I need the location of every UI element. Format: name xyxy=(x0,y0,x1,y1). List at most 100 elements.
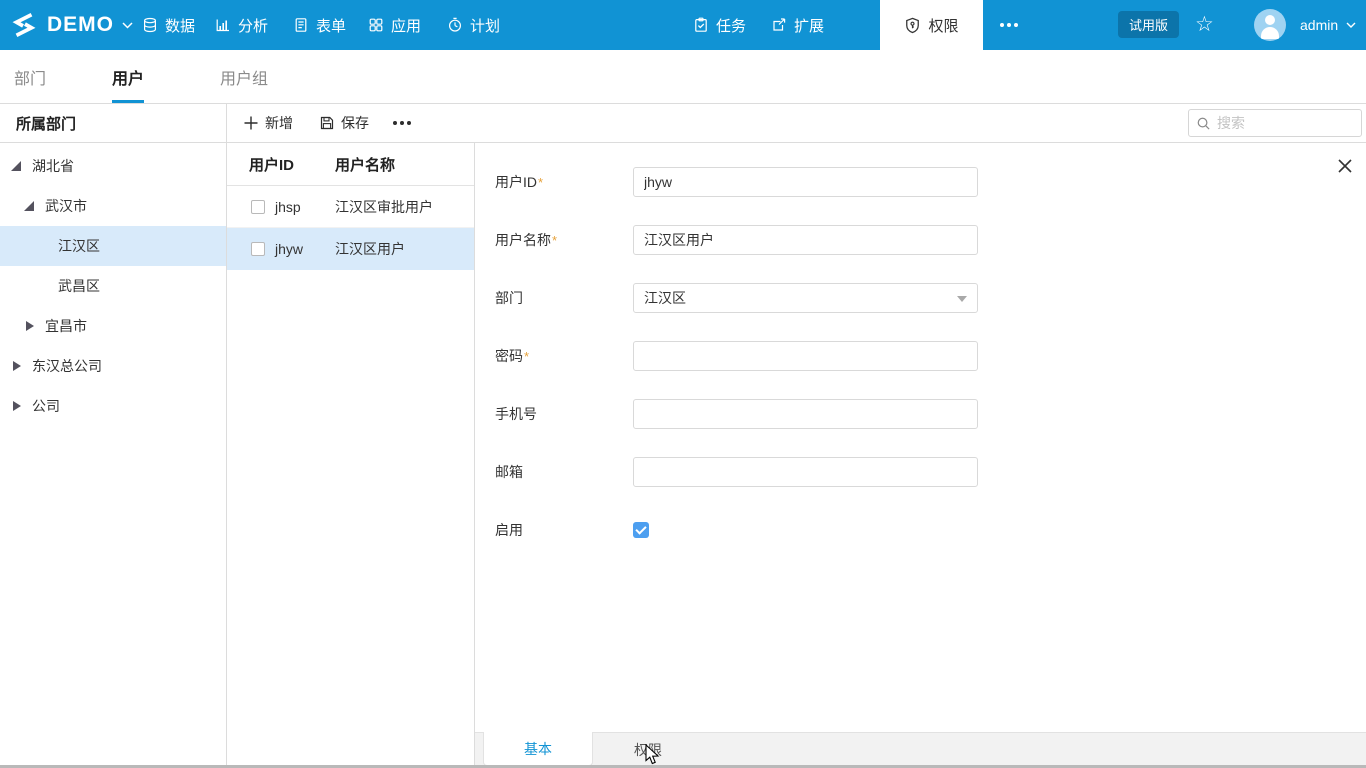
database-icon xyxy=(142,17,158,33)
user-menu[interactable]: admin xyxy=(1300,0,1356,50)
tree-node-label: 武昌区 xyxy=(58,276,100,296)
tree-expanded-icon[interactable] xyxy=(23,200,35,212)
trial-version-badge: 试用版 xyxy=(1118,11,1179,38)
department-select-value: 江汉区 xyxy=(644,288,686,308)
form-row-userid: 用户ID* xyxy=(475,153,1366,211)
sidebar-title: 所属部门 xyxy=(0,104,226,143)
search-input[interactable] xyxy=(1217,115,1354,131)
enabled-checkbox[interactable] xyxy=(633,522,649,538)
username-label: admin xyxy=(1300,17,1338,33)
username-field[interactable] xyxy=(633,225,978,255)
schedule-icon xyxy=(447,17,463,33)
cell-user-id: jhyw xyxy=(275,241,335,257)
add-user-button[interactable]: 新增 xyxy=(243,113,293,133)
tree-node-donghan[interactable]: 东汉总公司 xyxy=(0,346,226,386)
nav-item-tasks[interactable]: 任务 xyxy=(693,0,746,50)
nav-item-data[interactable]: 数据 xyxy=(142,0,195,50)
nav-item-extensions[interactable]: 扩展 xyxy=(771,0,824,50)
chevron-down-icon xyxy=(957,296,967,302)
tree-node-hubei[interactable]: 湖北省 xyxy=(0,146,226,186)
nav-item-apps[interactable]: 应用 xyxy=(368,0,421,50)
tree-node-label: 江汉区 xyxy=(58,236,100,256)
nav-item-label: 任务 xyxy=(716,15,746,36)
field-label: 用户ID xyxy=(495,174,537,190)
toolbar-more-button[interactable] xyxy=(393,121,411,125)
tree-node-label: 湖北省 xyxy=(32,156,74,176)
department-select[interactable]: 江汉区 xyxy=(633,283,978,313)
cell-user-name: 江汉区审批用户 xyxy=(335,197,433,217)
tree-node-label: 东汉总公司 xyxy=(32,356,102,376)
search-icon xyxy=(1196,116,1211,131)
tree-collapsed-icon[interactable] xyxy=(10,360,22,372)
brand-title: DEMO xyxy=(47,13,114,37)
chart-icon xyxy=(215,17,231,33)
tree-node-wuchang[interactable]: 武昌区 xyxy=(0,266,226,306)
userid-field[interactable] xyxy=(633,167,978,197)
tab-users[interactable]: 用户 xyxy=(112,50,144,103)
shield-key-icon xyxy=(904,17,921,34)
tab-permissions[interactable]: 权限 xyxy=(593,733,703,766)
plus-icon xyxy=(243,115,259,131)
tab-basic[interactable]: 基本 xyxy=(483,732,593,766)
table-row[interactable]: jhsp 江汉区审批用户 xyxy=(227,186,474,228)
form-row-email: 邮箱 xyxy=(475,443,1366,501)
tree-node-yichang[interactable]: 宜昌市 xyxy=(0,306,226,346)
field-label: 用户名称 xyxy=(495,232,551,248)
tree-collapsed-icon[interactable] xyxy=(23,320,35,332)
form-row-department: 部门 江汉区 xyxy=(475,269,1366,327)
nav-item-permissions[interactable]: 权限 xyxy=(880,0,983,50)
apps-icon xyxy=(368,17,384,33)
tree-expanded-icon[interactable] xyxy=(10,160,22,172)
row-checkbox[interactable] xyxy=(251,242,265,256)
department-sidebar: 所属部门 湖北省 武汉市 江汉区 武昌区 宜昌市 东汉总公司 公司 xyxy=(0,104,227,765)
nav-item-label: 应用 xyxy=(391,15,421,36)
email-field[interactable] xyxy=(633,457,978,487)
field-label: 部门 xyxy=(495,290,523,306)
save-icon xyxy=(319,115,335,131)
extension-icon xyxy=(771,17,787,33)
save-button[interactable]: 保存 xyxy=(319,113,369,133)
add-button-label: 新增 xyxy=(265,113,293,133)
field-label: 启用 xyxy=(495,522,523,538)
user-avatar[interactable] xyxy=(1254,9,1286,41)
tree-node-wuhan[interactable]: 武汉市 xyxy=(0,186,226,226)
search-box[interactable] xyxy=(1188,109,1362,137)
row-checkbox[interactable] xyxy=(251,200,265,214)
top-navigation-bar: DEMO 数据 分析 表单 应用 xyxy=(0,0,1366,50)
form-row-username: 用户名称* xyxy=(475,211,1366,269)
password-field[interactable] xyxy=(633,341,978,371)
cell-user-name: 江汉区用户 xyxy=(335,239,405,259)
brand-menu[interactable]: DEMO xyxy=(47,0,133,50)
nav-item-analysis[interactable]: 分析 xyxy=(215,0,268,50)
tree-node-company[interactable]: 公司 xyxy=(0,386,226,426)
nav-item-label: 分析 xyxy=(238,15,268,36)
form-row-phone: 手机号 xyxy=(475,385,1366,443)
favorite-star-icon[interactable]: ☆ xyxy=(1195,11,1214,39)
save-button-label: 保存 xyxy=(341,113,369,133)
ellipsis-icon xyxy=(1000,23,1004,27)
nav-item-schedule[interactable]: 计划 xyxy=(447,0,500,50)
chevron-down-icon xyxy=(1346,22,1356,28)
task-icon xyxy=(693,17,709,33)
column-header-userid: 用户ID xyxy=(249,154,335,175)
field-label: 邮箱 xyxy=(495,464,523,480)
chevron-down-icon xyxy=(122,22,133,29)
tree-collapsed-icon[interactable] xyxy=(10,400,22,412)
app-logo-icon[interactable] xyxy=(9,10,39,40)
nav-item-label: 计划 xyxy=(470,15,500,36)
user-detail-panel: 用户ID* 用户名称* 部门 江汉区 密码* 手机号 邮箱 启用 xyxy=(475,143,1366,765)
nav-item-forms[interactable]: 表单 xyxy=(293,0,346,50)
user-table-header: 用户ID 用户名称 xyxy=(227,143,474,186)
close-icon[interactable] xyxy=(1335,156,1355,176)
tab-user-groups[interactable]: 用户组 xyxy=(220,50,268,103)
tab-departments[interactable]: 部门 xyxy=(14,50,46,103)
ellipsis-icon xyxy=(393,121,397,125)
user-form: 用户ID* 用户名称* 部门 江汉区 密码* 手机号 邮箱 启用 xyxy=(475,143,1366,559)
phone-field[interactable] xyxy=(633,399,978,429)
nav-more-button[interactable] xyxy=(1000,0,1018,50)
tree-node-label: 武汉市 xyxy=(45,196,87,216)
form-row-password: 密码* xyxy=(475,327,1366,385)
nav-item-label: 权限 xyxy=(928,15,958,36)
tree-node-jianghan[interactable]: 江汉区 xyxy=(0,226,226,266)
table-row[interactable]: jhyw 江汉区用户 xyxy=(227,228,474,270)
